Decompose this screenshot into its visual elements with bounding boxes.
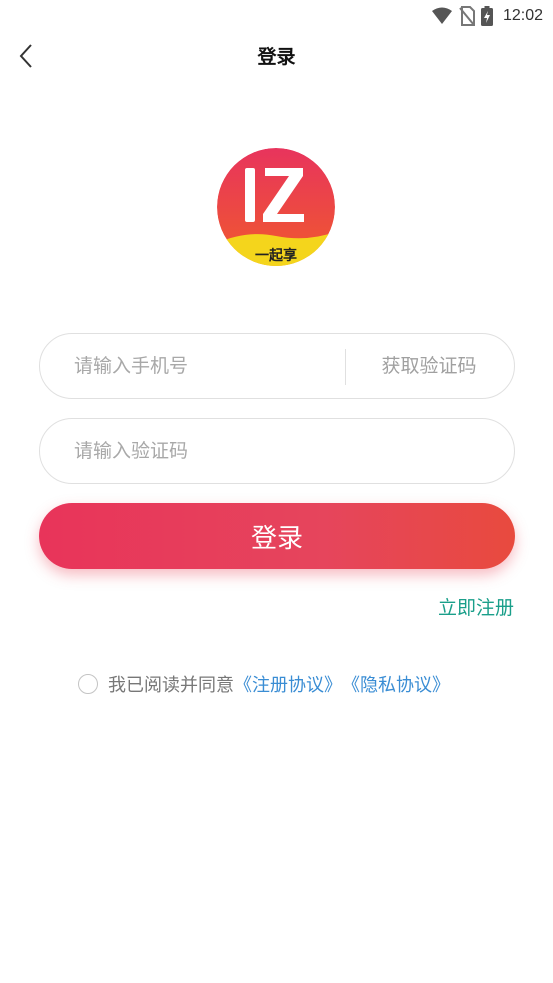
page-title: 登录 [257,46,296,68]
privacy-agreement-link[interactable]: 《隐私协议》 [342,671,450,697]
no-sim-icon [459,6,475,26]
register-link[interactable]: 立即注册 [438,593,514,620]
code-field [39,418,515,484]
agree-checkbox[interactable] [78,674,98,694]
nav-bar: 登录 [0,32,553,80]
app-logo: 一起享 [217,148,335,266]
status-time: 12:02 [502,7,543,24]
phone-input[interactable] [74,334,334,398]
login-button[interactable]: 登录 [39,503,515,569]
get-code-button[interactable]: 获取验证码 [344,334,514,398]
status-bar: 12:02 [0,0,553,32]
status-icons: 12:02 [431,4,543,28]
agreement-text: 我已阅读并同意 [108,675,234,696]
battery-charging-icon [480,6,493,26]
register-agreement-link[interactable]: 《注册协议》 [234,671,342,697]
phone-field: 获取验证码 [39,333,515,399]
logo-tagline: 一起享 [255,247,297,264]
agreement-row: 我已阅读并同意 《注册协议》 《隐私协议》 [78,671,450,697]
wifi-icon [431,7,452,24]
code-input[interactable] [74,419,474,483]
